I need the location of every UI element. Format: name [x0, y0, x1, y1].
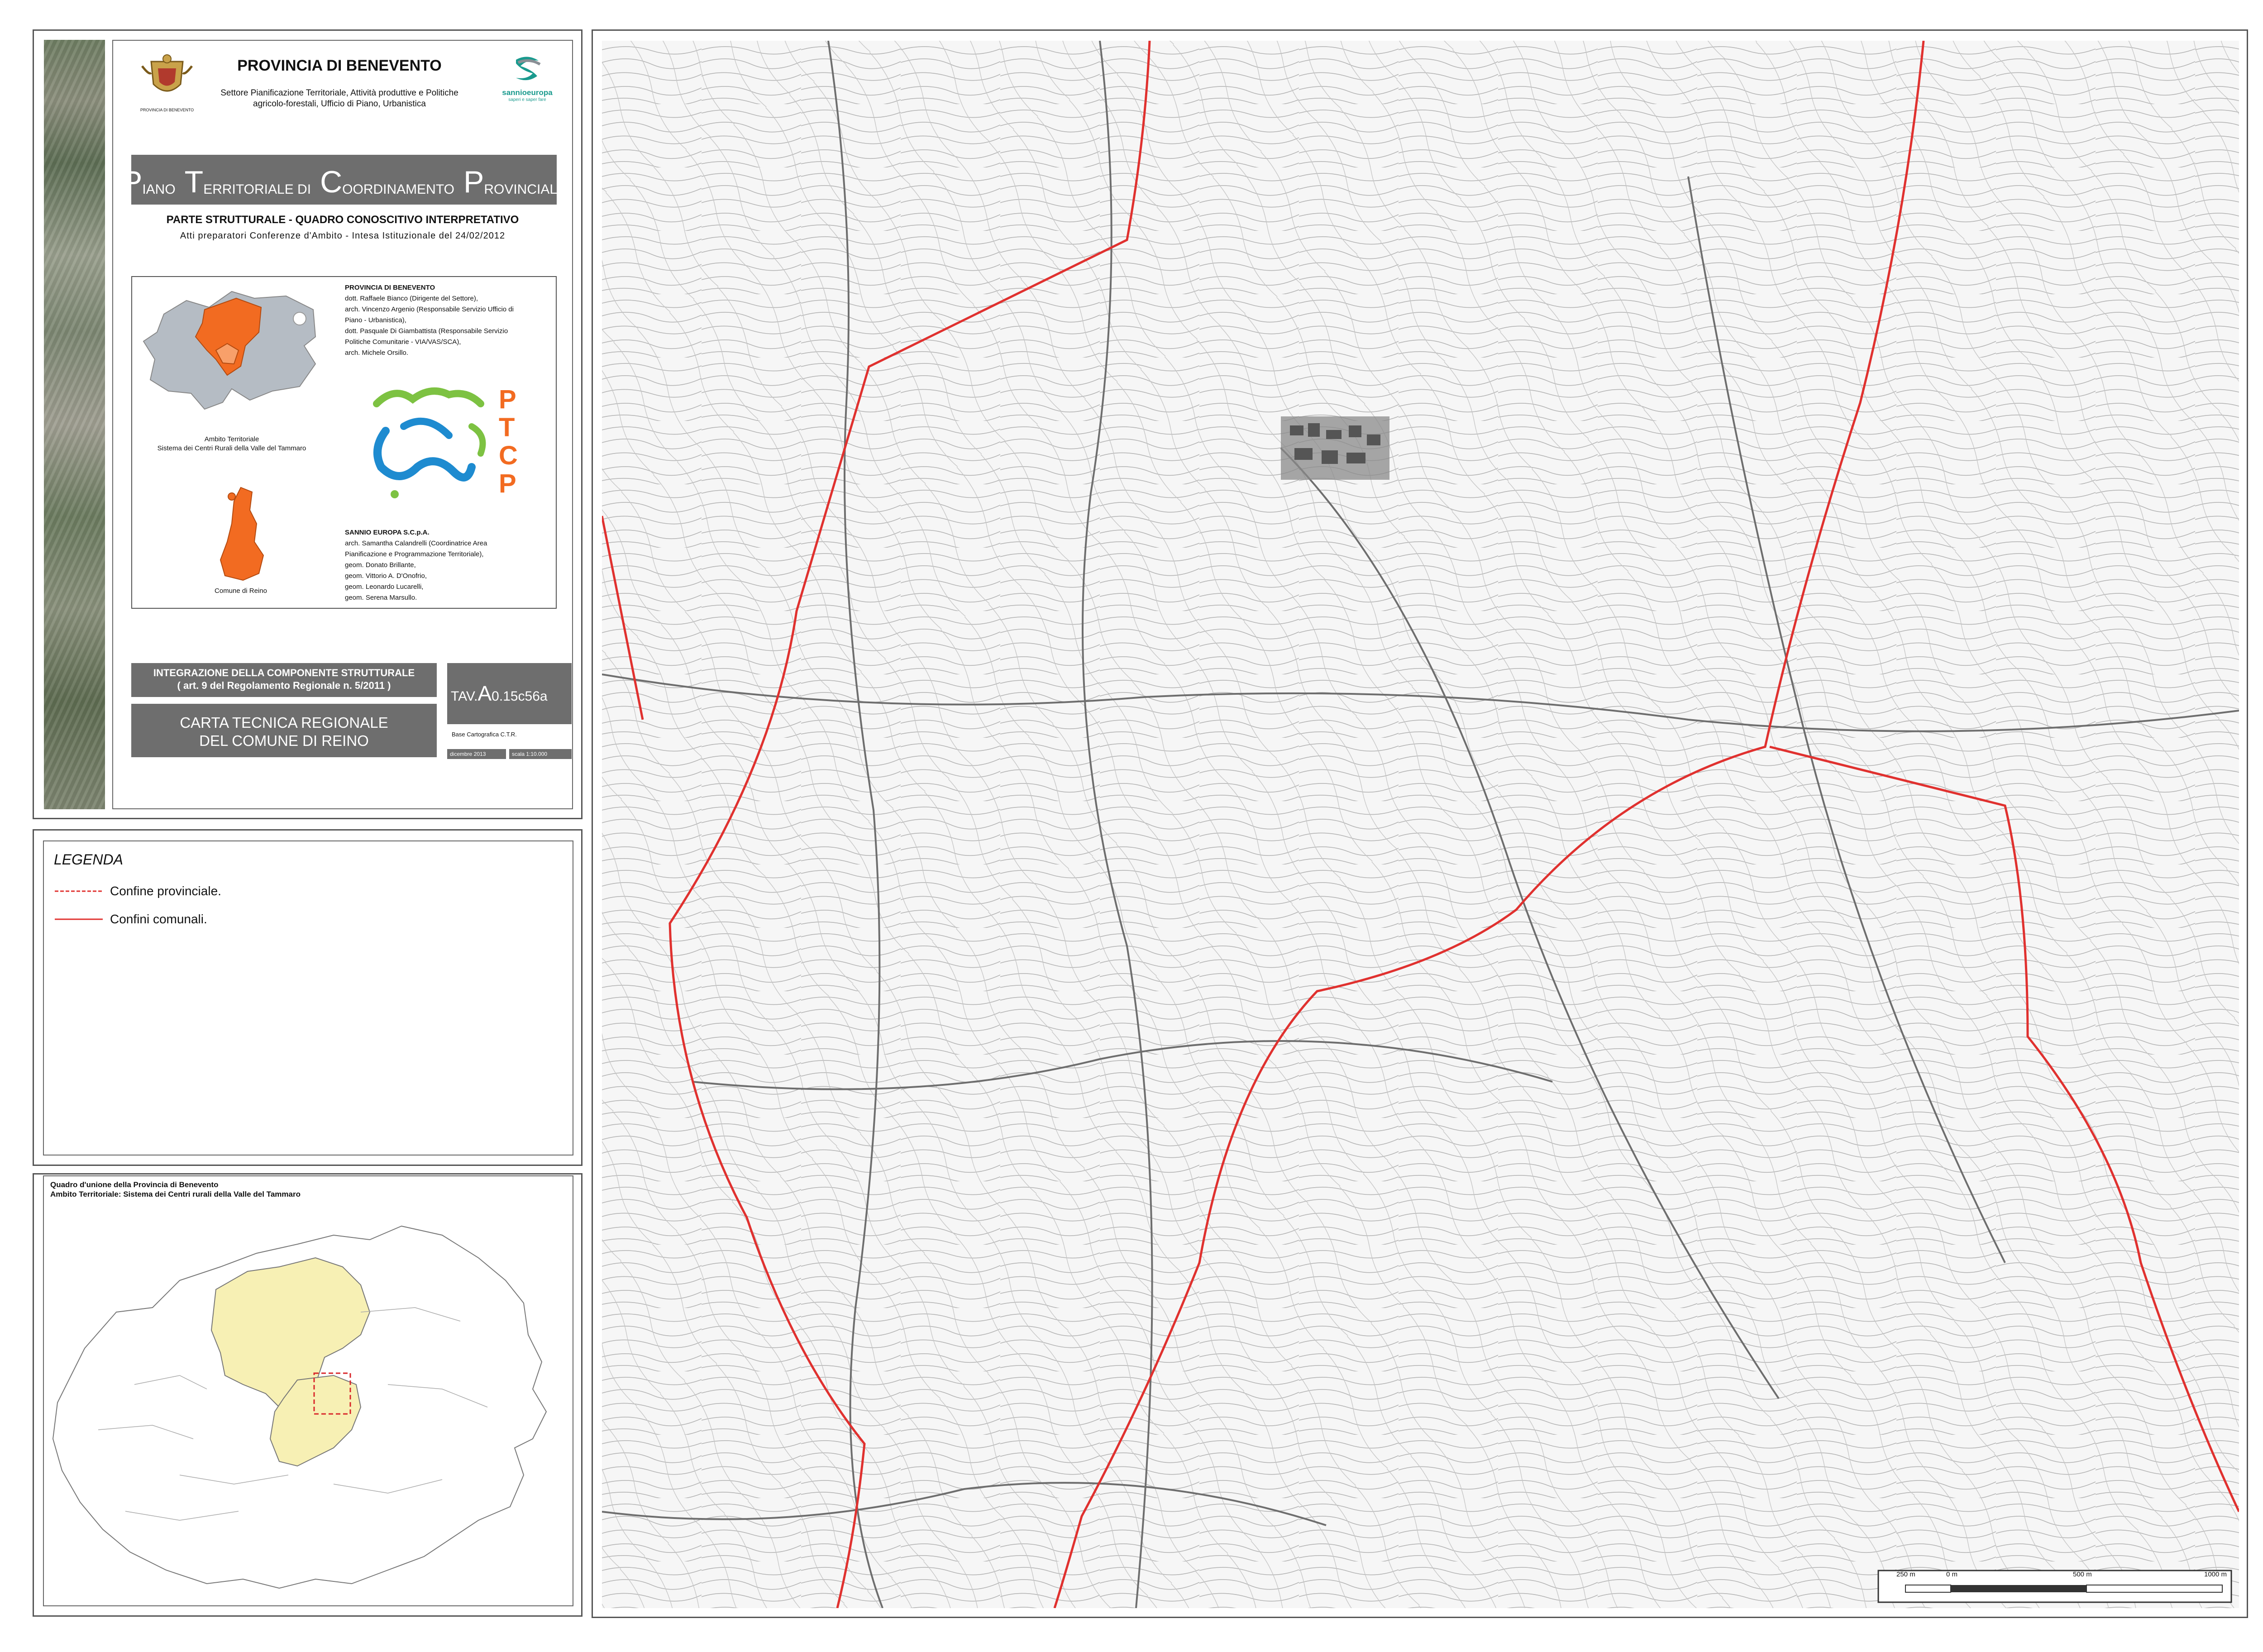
plan-title-cap: T [184, 165, 204, 199]
integration-line: ( art. 9 del Regolamento Regionale n. 5/… [177, 680, 391, 691]
plan-subtitle: Atti preparatori Conferenze d'Ambito - I… [180, 231, 506, 241]
ambito-caption: Ambito Territoriale Sistema dei Centri R… [137, 435, 327, 453]
legend-frame: LEGENDA Confine provinciale. Confini com… [43, 840, 573, 1155]
ambito-map: Ambito Territoriale Sistema dei Centri R… [137, 282, 327, 454]
credit-line: arch. Vincenzo Argenio (Responsabile Ser… [345, 306, 514, 313]
scale-label: 250 m [1896, 1571, 1915, 1578]
scale-label: 1000 m [2204, 1571, 2227, 1578]
sannio-logo-tagline: saperi e saper fare [508, 97, 546, 102]
legend-item-confini-comunali: Confini comunali. [54, 910, 207, 928]
ptcp-letter: T [499, 413, 515, 442]
credit-line: Pianificazione e Programmazione Territor… [345, 550, 484, 558]
scale-bar [1877, 1570, 2232, 1603]
legend-title: LEGENDA [54, 851, 123, 868]
org-subtitle-line: agricolo-forestali, Ufficio di Piano, Ur… [253, 99, 426, 109]
comune-label: Comune di Reino [215, 587, 267, 595]
scale-label: 0 m [1946, 1571, 1958, 1578]
plan-title-word: ROVINCIALE [484, 182, 567, 197]
topographic-map [602, 41, 2239, 1608]
date-badge: dicembre 2013 [447, 749, 506, 759]
legend-item-confine-provinciale: Confine provinciale. [54, 882, 221, 900]
tav-code-box: TAV.A0.15c56a [447, 663, 572, 724]
scale-label: 500 m [2073, 1571, 2092, 1578]
carta-line: CARTA TECNICA REGIONALE [180, 714, 388, 731]
tav-letter: A [477, 682, 492, 705]
plan-section-title: PARTE STRUTTURALE - QUADRO CONOSCITIVO I… [166, 214, 519, 226]
credit-line: dott. Raffaele Bianco (Dirigente del Set… [345, 295, 478, 302]
ptcp-logo: P T C P [363, 377, 544, 521]
credit-line: arch. Samantha Calandrelli (Coordinatric… [345, 540, 487, 547]
integration-line: INTEGRAZIONE DELLA COMPONENTE STRUTTURAL… [153, 667, 415, 678]
tav-prefix: TAV. [451, 689, 478, 704]
title-block-panel: PROVINCIA DI BENEVENTO PROVINCIA DI BENE… [33, 29, 582, 819]
sannio-credits: SANNIO EUROPA S.C.p.A. arch. Samantha Ca… [345, 527, 553, 603]
base-cartografica: Base Cartografica C.T.R. [452, 731, 517, 738]
provincia-credits: PROVINCIA DI BENEVENTO dott. Raffaele Bi… [345, 282, 553, 358]
credit-line: dott. Pasquale Di Giambattista (Responsa… [345, 327, 508, 335]
legend-item-label: Confini comunali. [110, 912, 207, 926]
credit-line: geom. Donato Brillante, [345, 561, 416, 569]
org-subtitle: Settore Pianificazione Territoriale, Att… [204, 88, 475, 110]
scale-badge: scala 1:10.000 [509, 749, 572, 759]
plan-title-cap: P [463, 165, 484, 199]
crest-caption: PROVINCIA DI BENEVENTO [140, 108, 194, 112]
ptcp-letter: C [499, 441, 518, 470]
legend-item-label: Confine provinciale. [110, 884, 221, 898]
credit-line: Politiche Comunitarie - VIA/VAS/SCA), [345, 338, 461, 346]
overview-title-line: Quadro d'unione della Provincia di Benev… [50, 1180, 219, 1189]
credits-box: Ambito Territoriale Sistema dei Centri R… [131, 276, 557, 609]
overview-frame: Quadro d'unione della Provincia di Benev… [43, 1175, 573, 1606]
integration-banner: INTEGRAZIONE DELLA COMPONENTE STRUTTURAL… [131, 663, 437, 697]
overview-panel: Quadro d'unione della Provincia di Benev… [33, 1173, 582, 1617]
carta-banner: CARTA TECNICA REGIONALE DEL COMUNE DI RE… [131, 704, 437, 757]
title-block-frame: PROVINCIA DI BENEVENTO PROVINCIA DI BENE… [112, 40, 573, 809]
ambito-name: Sistema dei Centri Rurali della Valle de… [157, 444, 306, 452]
reino-village [1281, 416, 1389, 480]
credit-line: Piano - Urbanistica), [345, 316, 406, 324]
credit-line: geom. Vittorio A. D'Onofrio, [345, 572, 427, 580]
ambito-label: Ambito Territoriale [204, 435, 259, 443]
legend-panel: LEGENDA Confine provinciale. Confini com… [33, 829, 582, 1166]
satellite-strip-image [44, 40, 105, 809]
plan-title-word: ERRITORIALE DI [203, 182, 311, 197]
org-title: PROVINCIA DI BENEVENTO [237, 57, 442, 74]
solid-red-line-symbol [55, 918, 103, 920]
provincia-credits-heading: PROVINCIA DI BENEVENTO [345, 284, 435, 291]
plan-title-banner: P IANO T ERRITORIALE DI C OORDINAMENTO P ROV… [122, 155, 566, 205]
comune-map: Comune di Reino [200, 483, 282, 603]
dashed-red-line-symbol [55, 890, 103, 892]
sannio-credits-heading: SANNIO EUROPA S.C.p.A. [345, 529, 430, 536]
org-subtitle-line: Settore Pianificazione Territoriale, Att… [220, 88, 458, 98]
ptcp-letter: P [499, 469, 516, 498]
plan-title-word: IANO [142, 182, 176, 197]
overview-province-map [52, 1225, 547, 1589]
provincia-crest-logo: PROVINCIA DI BENEVENTO [133, 53, 201, 116]
sannio-logo-text: sannioeuropa [502, 88, 553, 97]
plan-title-word: OORDINAMENTO [342, 182, 454, 197]
credit-line: geom. Leonardo Lucarelli, [345, 583, 424, 591]
ptcp-letters: P T C P [499, 386, 518, 498]
ptcp-letter: P [499, 385, 516, 414]
plan-title-cap: C [320, 165, 343, 199]
credit-line: geom. Serena Marsullo. [345, 594, 417, 602]
carta-line: DEL COMUNE DI REINO [199, 732, 369, 749]
map-panel: 250 m 0 m 500 m 1000 m [592, 29, 2248, 1618]
tav-code: 0.15c56a [492, 689, 548, 704]
sannio-europa-logo: sannioeuropa saperi e saper fare [496, 54, 559, 109]
credit-line: arch. Michele Orsillo. [345, 349, 409, 357]
plan-title-cap: P [121, 165, 143, 199]
